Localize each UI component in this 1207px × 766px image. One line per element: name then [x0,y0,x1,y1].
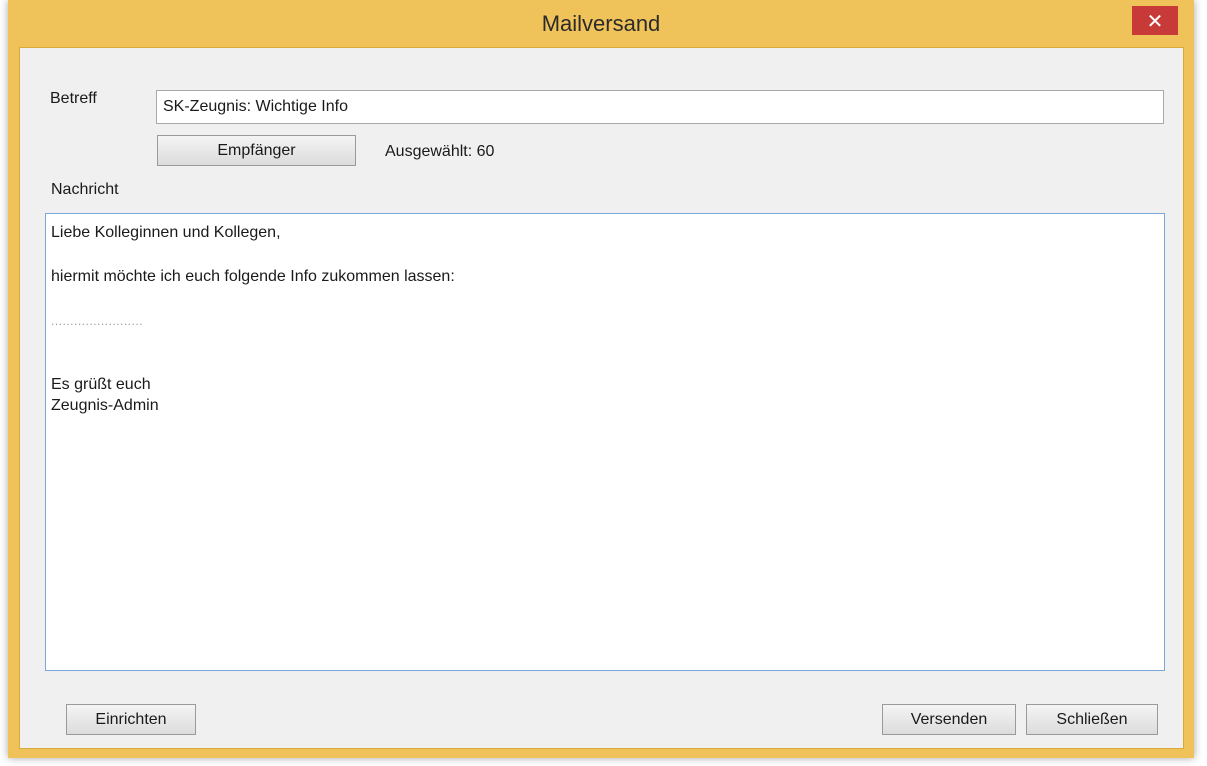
message-textarea[interactable]: Liebe Kolleginnen und Kollegen, hiermit … [45,213,1165,671]
close-button[interactable]: Schließen [1026,704,1158,735]
close-window-button[interactable]: ✕ [1132,6,1178,35]
message-label: Nachricht [51,181,119,198]
window-title: Mailversand [541,11,661,36]
recipients-button[interactable]: Empfänger [157,135,356,166]
message-line: hiermit möchte ich euch folgende Info zu… [51,268,455,285]
subject-value: SK-Zeugnis: Wichtige Info [163,98,348,115]
dialog-client-area: Betreff SK-Zeugnis: Wichtige Info Empfän… [19,47,1184,749]
message-line: Zeugnis-Admin [51,397,159,414]
subject-input[interactable]: SK-Zeugnis: Wichtige Info [156,90,1164,124]
subject-label: Betreff [50,90,97,107]
message-line: ........................ [51,314,144,328]
selected-count: Ausgewählt: 60 [385,143,495,160]
setup-button[interactable]: Einrichten [66,704,196,735]
mail-dialog-window: Mailversand ✕ Betreff SK-Zeugnis: Wichti… [8,0,1194,758]
title-bar[interactable]: Mailversand ✕ [8,0,1194,46]
message-line: Es grüßt euch [51,376,151,393]
message-line: Liebe Kolleginnen und Kollegen, [51,224,281,241]
close-icon: ✕ [1146,8,1164,33]
send-button[interactable]: Versenden [882,704,1016,735]
